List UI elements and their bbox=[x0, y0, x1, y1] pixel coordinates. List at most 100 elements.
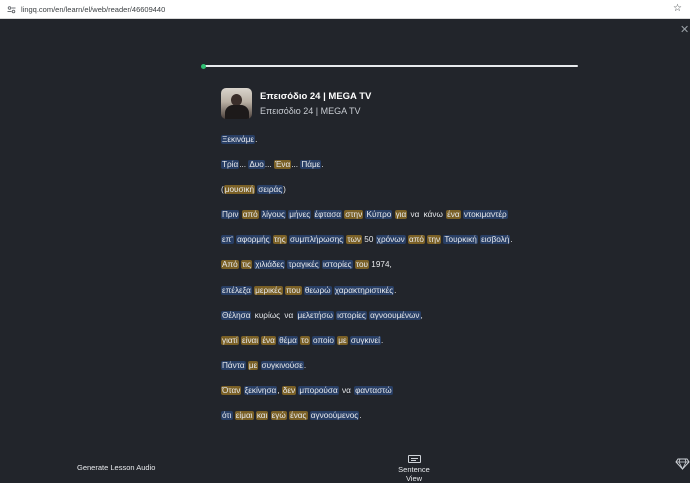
word-token[interactable]: να bbox=[341, 386, 352, 395]
word-token[interactable]: Κύπρο bbox=[365, 210, 393, 220]
punctuation: 1974, bbox=[369, 260, 392, 270]
site-settings-icon[interactable] bbox=[6, 4, 16, 14]
lesson-line: επ' αφορμής της συμπλήρωσης των 50 χρόνω… bbox=[221, 234, 581, 245]
word-token[interactable]: Θέλησα bbox=[221, 310, 252, 320]
word-token[interactable]: μπορούσα bbox=[298, 385, 339, 395]
word-token[interactable]: στην bbox=[344, 210, 364, 220]
sentence-view-icon bbox=[407, 455, 421, 463]
word-token[interactable]: εγώ bbox=[270, 411, 287, 421]
word-token[interactable]: γιατί bbox=[221, 335, 239, 345]
punctuation: . bbox=[510, 235, 513, 245]
word-token[interactable]: Ένα bbox=[273, 160, 292, 170]
word-token[interactable]: Όταν bbox=[221, 385, 242, 395]
word-token[interactable]: ντοκιμαντέρ bbox=[462, 210, 508, 220]
word-token[interactable]: και bbox=[255, 411, 269, 421]
word-token[interactable]: αγνοούμενος bbox=[309, 411, 360, 421]
progress-handle[interactable] bbox=[201, 63, 206, 69]
word-token[interactable]: ότι bbox=[221, 411, 233, 421]
word-token[interactable]: να bbox=[410, 210, 421, 219]
word-token[interactable]: θέμα bbox=[278, 335, 298, 345]
word-token[interactable]: το bbox=[300, 335, 310, 345]
lesson-line: Ξεκινάμε. bbox=[221, 134, 581, 145]
word-token[interactable]: με bbox=[337, 335, 348, 345]
word-token[interactable]: της bbox=[272, 235, 287, 245]
word-token[interactable]: έφτασα bbox=[313, 210, 342, 220]
word-token[interactable]: χαρακτηριστικές bbox=[333, 285, 395, 295]
lesson-subtitle: Επεισόδιο 24 | MEGA TV bbox=[260, 105, 361, 116]
word-token[interactable]: Πριν bbox=[221, 210, 240, 220]
word-token[interactable]: επέλεξα bbox=[221, 285, 252, 295]
word-token[interactable]: εισβολή bbox=[480, 235, 511, 245]
lesson-title[interactable]: Επεισόδιο 24 | MEGA TV bbox=[260, 91, 371, 103]
punctuation: . bbox=[255, 135, 258, 144]
word-token[interactable]: τραγικές bbox=[287, 260, 320, 270]
close-icon[interactable]: ✕ bbox=[680, 24, 690, 36]
word-token[interactable]: ένα bbox=[446, 210, 461, 220]
word-token[interactable]: Ξεκινάμε bbox=[221, 135, 256, 144]
word-token[interactable]: μερικές bbox=[254, 285, 283, 295]
word-token[interactable]: με bbox=[247, 360, 259, 370]
word-token[interactable]: είμαι bbox=[234, 411, 254, 421]
word-token[interactable]: είναι bbox=[240, 335, 260, 345]
word-token[interactable]: μουσική bbox=[223, 185, 256, 195]
lesson-line: (μουσική σειράς) bbox=[221, 184, 581, 195]
word-token[interactable]: Πάντα bbox=[221, 360, 246, 370]
lesson-line: Πάντα με συγκινούσε. bbox=[221, 360, 581, 371]
word-token[interactable]: οποίο bbox=[312, 335, 335, 345]
star-icon[interactable]: ☆ bbox=[673, 4, 682, 14]
word-token[interactable]: από bbox=[408, 235, 425, 245]
word-token[interactable]: κυρίως bbox=[254, 311, 281, 320]
word-token[interactable]: θεωρώ bbox=[303, 285, 332, 295]
word-token[interactable]: Πάμε bbox=[300, 160, 322, 170]
punctuation: . bbox=[381, 335, 384, 345]
word-token[interactable]: συμπλήρωσης bbox=[288, 235, 345, 245]
punctuation: ... bbox=[291, 160, 301, 170]
word-token[interactable]: ξεκίνησα bbox=[243, 385, 278, 395]
punctuation: . bbox=[303, 360, 307, 370]
word-token[interactable]: λίγους bbox=[260, 210, 286, 220]
punctuation: ... bbox=[264, 160, 274, 170]
word-token[interactable]: Δυο bbox=[248, 160, 265, 170]
word-token[interactable]: για bbox=[394, 210, 408, 220]
word-token[interactable]: φανταστώ bbox=[354, 385, 393, 395]
word-token[interactable]: επ' bbox=[221, 235, 234, 245]
word-token[interactable]: ένας bbox=[289, 411, 308, 421]
word-token[interactable]: του bbox=[354, 260, 370, 270]
sentence-view-label: Sentence View bbox=[398, 465, 430, 483]
lingq-gem-icon[interactable] bbox=[675, 456, 690, 471]
word-token[interactable]: Τουρκική bbox=[443, 235, 478, 245]
word-token[interactable]: που bbox=[284, 285, 302, 295]
punctuation: ) bbox=[283, 185, 286, 195]
word-token[interactable]: από bbox=[241, 210, 259, 220]
word-token[interactable]: μήνες bbox=[288, 210, 312, 220]
word-token[interactable]: ένα bbox=[261, 335, 276, 345]
punctuation: ... bbox=[239, 160, 249, 170]
word-token[interactable]: κάνω bbox=[423, 210, 444, 219]
lesson-line: ότι είμαι και εγώ ένας αγνοούμενος. bbox=[221, 410, 581, 421]
lesson-progress-bar[interactable] bbox=[201, 63, 578, 69]
word-token[interactable]: χρόνων bbox=[375, 235, 406, 245]
word-token[interactable]: Τρία bbox=[221, 160, 240, 170]
word-token[interactable]: την bbox=[427, 235, 442, 245]
word-token[interactable]: ιστορίες bbox=[336, 310, 367, 320]
url-text[interactable]: lingq.com/en/learn/el/web/reader/4660944… bbox=[21, 5, 673, 14]
word-token[interactable]: χιλιάδες bbox=[254, 260, 286, 270]
lesson-thumbnail[interactable] bbox=[221, 88, 252, 119]
generate-lesson-audio-button[interactable]: Generate Lesson Audio bbox=[77, 463, 155, 472]
punctuation: 50 bbox=[361, 235, 376, 245]
word-token[interactable]: δεν bbox=[281, 385, 297, 395]
word-token[interactable]: των bbox=[346, 235, 362, 245]
word-token[interactable]: συγκινούσε bbox=[260, 360, 304, 370]
word-token[interactable]: σειράς bbox=[257, 185, 284, 195]
word-token[interactable]: συγκινεί bbox=[349, 335, 381, 345]
lesson-line: Τρία... Δυο... Ένα... Πάμε. bbox=[221, 159, 581, 170]
lesson-header: Επεισόδιο 24 | MEGA TV Επεισόδιο 24 | ME… bbox=[221, 88, 371, 119]
word-token[interactable]: μελετήσω bbox=[296, 310, 334, 320]
word-token[interactable]: να bbox=[283, 311, 294, 320]
lesson-line: γιατί είναι ένα θέμα το οποίο με συγκινε… bbox=[221, 335, 581, 346]
word-token[interactable]: αγνοουμένων bbox=[369, 310, 421, 320]
word-token[interactable]: αφορμής bbox=[236, 235, 271, 245]
word-token[interactable]: ιστορίες bbox=[321, 260, 353, 270]
word-token[interactable]: τις bbox=[240, 260, 252, 270]
word-token[interactable]: Από bbox=[221, 260, 239, 270]
